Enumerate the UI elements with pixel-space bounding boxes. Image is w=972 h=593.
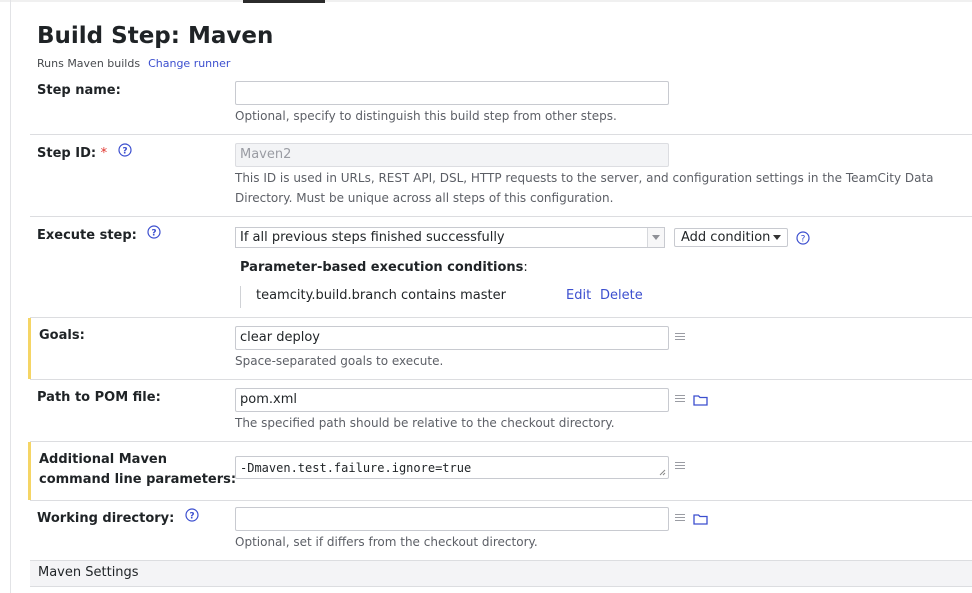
row-divider [30, 317, 972, 318]
folder-icon[interactable] [693, 394, 708, 406]
conditions-title-colon: : [523, 260, 528, 275]
goals-note: Space-separated goals to execute. [235, 354, 444, 368]
working-dir-label-text: Working directory: [37, 511, 175, 526]
svg-text:?: ? [152, 229, 157, 239]
left-border [10, 0, 11, 593]
svg-text:?: ? [801, 235, 806, 245]
execute-step-label-text: Execute step: [37, 228, 137, 243]
step-name-note: Optional, specify to distinguish this bu… [235, 109, 617, 123]
execute-step-selected: If all previous steps finished successfu… [240, 230, 505, 245]
help-icon[interactable]: ? [147, 225, 162, 246]
multiline-toggle-icon[interactable] [675, 395, 685, 405]
help-icon[interactable]: ? [118, 143, 132, 164]
execute-step-label: Execute step: ? [37, 225, 162, 246]
add-condition-button[interactable]: Add condition [674, 228, 789, 247]
maven-params-value: -Dmaven.test.failure.ignore=true [240, 461, 472, 475]
row-divider [30, 134, 972, 135]
maven-settings-section[interactable]: Maven Settings [30, 560, 972, 587]
conditions-title-text: Parameter-based execution conditions [240, 260, 524, 275]
runner-subtitle: Runs Maven builds Change runner [37, 57, 230, 70]
folder-icon[interactable] [693, 513, 708, 525]
goals-input[interactable]: clear deploy [235, 326, 669, 350]
step-id-input[interactable]: Maven2 [235, 143, 669, 167]
section-title: Maven Settings [38, 565, 139, 580]
step-id-note-line2: Directory. Must be unique across all ste… [235, 191, 614, 205]
svg-text:?: ? [189, 512, 194, 522]
maven-params-label-line2: command line parameters: [39, 472, 237, 487]
step-name-label: Step name: [37, 83, 121, 98]
goals-label: Goals: [39, 328, 85, 343]
resize-grip-icon[interactable] [659, 469, 666, 476]
pom-label: Path to POM file: [37, 390, 161, 405]
condition-bar [240, 286, 241, 308]
multiline-toggle-icon[interactable] [675, 514, 685, 524]
execute-step-select[interactable]: If all previous steps finished successfu… [235, 227, 665, 248]
delete-condition-link[interactable]: Delete [600, 288, 643, 303]
runner-text: Runs Maven builds [37, 57, 141, 70]
working-dir-label: Working directory: ? [37, 508, 199, 529]
caret-down-icon [773, 235, 782, 240]
working-dir-note: Optional, set if differs from the checko… [235, 535, 538, 549]
row-divider [30, 216, 972, 217]
maven-params-textarea[interactable]: -Dmaven.test.failure.ignore=true [235, 456, 669, 479]
help-icon[interactable]: ? [185, 508, 199, 529]
pom-input[interactable]: pom.xml [235, 388, 669, 412]
modified-marker [28, 318, 31, 379]
chevron-down-icon [647, 228, 664, 247]
help-icon[interactable]: ? [796, 230, 810, 249]
condition-text: teamcity.build.branch contains master [256, 288, 506, 303]
step-name-input[interactable] [235, 81, 669, 105]
edit-condition-link[interactable]: Edit [566, 288, 591, 303]
modified-marker [28, 442, 31, 500]
conditions-title: Parameter-based execution conditions: [240, 260, 528, 275]
svg-text:?: ? [122, 147, 127, 157]
maven-params-label-line1: Additional Maven [39, 452, 167, 467]
active-tab-indicator [243, 0, 325, 3]
step-id-note-line1: This ID is used in URLs, REST API, DSL, … [235, 171, 934, 185]
row-divider [30, 441, 972, 442]
pom-note: The specified path should be relative to… [235, 416, 615, 430]
step-id-label-text: Step ID: [37, 146, 97, 161]
working-dir-input[interactable] [235, 507, 669, 531]
row-divider [30, 379, 972, 380]
step-id-label: Step ID: * ? [37, 143, 132, 164]
top-strip [0, 0, 972, 2]
multiline-toggle-icon[interactable] [675, 333, 685, 343]
add-condition-label: Add condition [681, 230, 771, 245]
row-divider [30, 500, 972, 501]
page-title: Build Step: Maven [37, 23, 274, 49]
change-runner-link[interactable]: Change runner [148, 57, 230, 70]
required-marker: * [100, 146, 108, 161]
multiline-toggle-icon[interactable] [675, 462, 685, 472]
